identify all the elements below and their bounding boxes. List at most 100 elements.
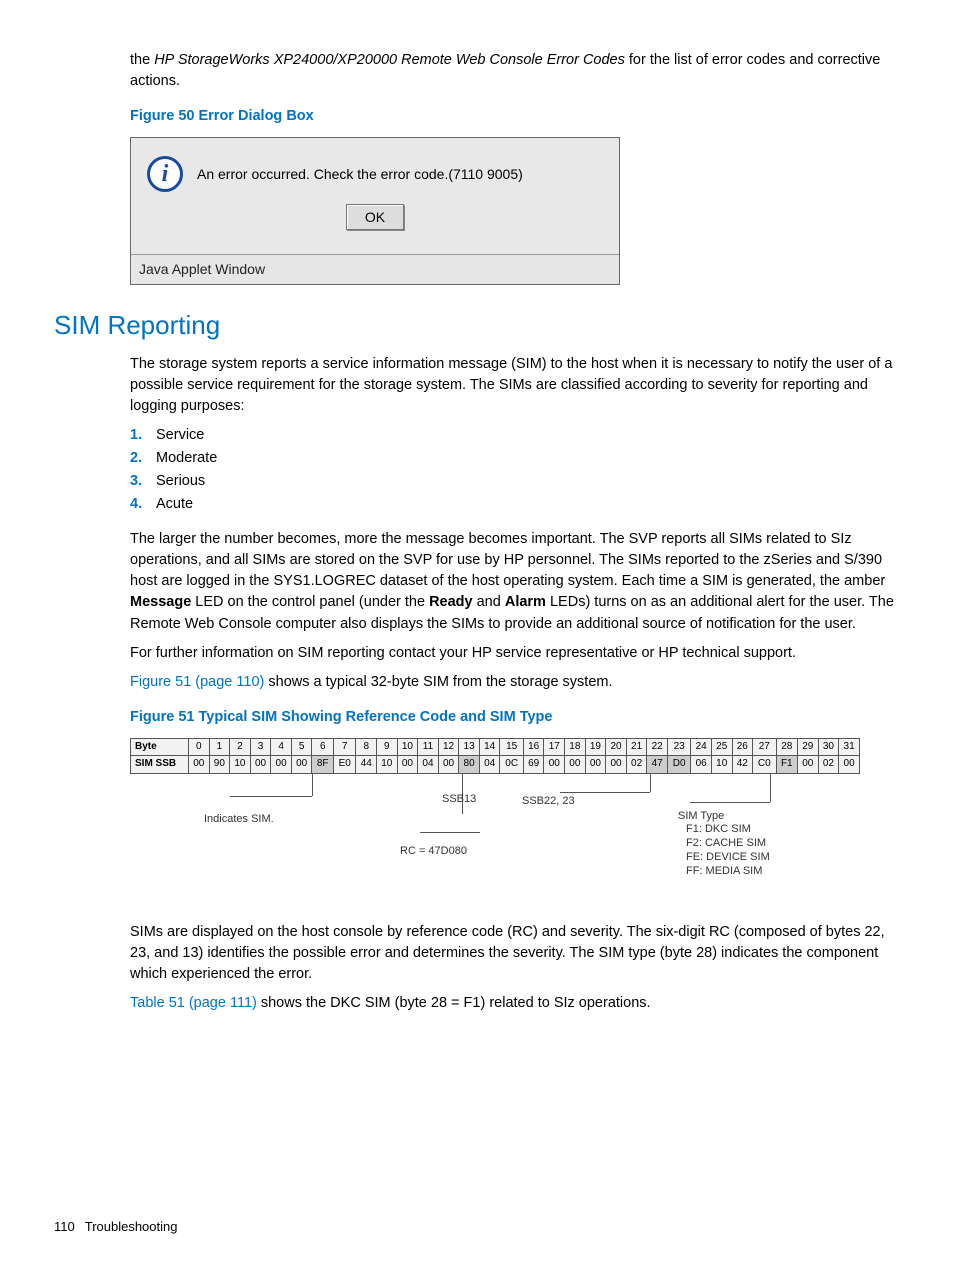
figure-51-link[interactable]: Figure 51 (page 110) xyxy=(130,674,264,690)
anno-line xyxy=(420,832,480,833)
anno-simtype-lines: F1: DKC SIM F2: CACHE SIM FE: DEVICE SIM… xyxy=(686,823,770,878)
byte-header-cell: 2 xyxy=(230,738,251,756)
intro-paragraph: the HP StorageWorks XP24000/XP20000 Remo… xyxy=(130,50,900,92)
list-item: 3.Serious xyxy=(130,471,900,492)
list-number: 1. xyxy=(130,425,156,446)
anno-ssb2223: SSB22, 23 xyxy=(522,794,575,810)
ok-button[interactable]: OK xyxy=(346,204,404,230)
anno-line xyxy=(770,774,771,802)
sim-paragraph-2: The larger the number becomes, more the … xyxy=(130,529,900,634)
byte-value-cell: 00 xyxy=(585,756,606,774)
byte-value-cell: C0 xyxy=(753,756,776,774)
after-paragraph-2: Table 51 (page 111) shows the DKC SIM (b… xyxy=(130,993,900,1014)
bold-ready: Ready xyxy=(429,594,473,610)
list-text: Acute xyxy=(156,496,193,512)
list-text: Serious xyxy=(156,473,205,489)
sim-byte-table: Byte 01234567891011121314151617181920212… xyxy=(130,738,860,774)
anno-simtype-block: SIM Type F1: DKC SIM F2: CACHE SIM FE: D… xyxy=(678,810,770,879)
byte-value-cell: D0 xyxy=(667,756,690,774)
after-p2-rest: shows the DKC SIM (byte 28 = F1) related… xyxy=(257,995,651,1011)
byte-header-cell: 14 xyxy=(479,738,500,756)
list-number: 2. xyxy=(130,448,156,469)
byte-value-cell: 06 xyxy=(691,756,712,774)
java-applet-window-label: Java Applet Window xyxy=(131,254,619,283)
info-icon: i xyxy=(147,156,183,192)
byte-header-cell: 10 xyxy=(397,738,418,756)
byte-header-cell: 8 xyxy=(356,738,377,756)
list-text: Service xyxy=(156,427,204,443)
list-item: 2.Moderate xyxy=(130,448,900,469)
sim-annotations: Indicates SIM. SSB13 RC = 47D080 SSB22, … xyxy=(130,774,860,904)
byte-header-cell: 4 xyxy=(271,738,292,756)
byte-value-cell: 02 xyxy=(626,756,647,774)
byte-value-cell: 00 xyxy=(798,756,819,774)
byte-header-cell: 0 xyxy=(189,738,210,756)
bold-alarm: Alarm xyxy=(505,594,546,610)
byte-header-cell: 12 xyxy=(438,738,459,756)
byte-value-cell: 47 xyxy=(647,756,668,774)
byte-value-cell: 00 xyxy=(397,756,418,774)
anno-line xyxy=(230,796,312,797)
byte-header-cell: 24 xyxy=(691,738,712,756)
byte-value-cell: 00 xyxy=(271,756,292,774)
byte-header-cell: 18 xyxy=(565,738,586,756)
list-item: 4.Acute xyxy=(130,494,900,515)
byte-header-cell: 17 xyxy=(544,738,565,756)
anno-ssb13: SSB13 xyxy=(442,792,476,808)
intro-prefix: the xyxy=(130,52,154,68)
byte-value-cell: 00 xyxy=(606,756,627,774)
byte-header-cell: 21 xyxy=(626,738,647,756)
after-paragraph-1: SIMs are displayed on the host console b… xyxy=(130,922,900,985)
p2-part-a: The larger the number becomes, more the … xyxy=(130,531,885,589)
p2-part-c: LED on the control panel (under the xyxy=(191,594,429,610)
error-dialog: i An error occurred. Check the error cod… xyxy=(130,137,620,285)
byte-header-cell: 9 xyxy=(377,738,398,756)
byte-value-cell: 00 xyxy=(438,756,459,774)
anno-line xyxy=(560,792,650,793)
anno-line xyxy=(312,774,313,796)
byte-header-cell: 15 xyxy=(500,738,523,756)
table-51-link[interactable]: Table 51 (page 111) xyxy=(130,995,257,1011)
byte-header-cell: 25 xyxy=(711,738,732,756)
byte-header-cell: 13 xyxy=(459,738,480,756)
byte-value-cell: 80 xyxy=(459,756,480,774)
anno-line xyxy=(690,802,770,803)
error-dialog-body: i An error occurred. Check the error cod… xyxy=(131,138,619,204)
intro-italic-title: HP StorageWorks XP24000/XP20000 Remote W… xyxy=(154,52,625,68)
sim-paragraph-3: For further information on SIM reporting… xyxy=(130,643,900,664)
byte-header-cell: 31 xyxy=(839,738,860,756)
error-button-row: OK xyxy=(131,204,619,254)
byte-header-cell: 11 xyxy=(418,738,439,756)
byte-value-cell: 10 xyxy=(230,756,251,774)
byte-header-cell: 16 xyxy=(523,738,544,756)
bold-message: Message xyxy=(130,594,191,610)
sim-paragraph-1: The storage system reports a service inf… xyxy=(130,354,900,417)
list-item: 1.Service xyxy=(130,425,900,446)
page-number: 110 xyxy=(54,1219,75,1234)
anno-indicates-sim: Indicates SIM. xyxy=(204,812,274,828)
byte-value-cell: 02 xyxy=(818,756,839,774)
byte-value-cell: 00 xyxy=(250,756,271,774)
anno-rc: RC = 47D080 xyxy=(400,844,467,860)
list-number: 4. xyxy=(130,494,156,515)
byte-value-cell: 00 xyxy=(839,756,860,774)
byte-value-cell: F1 xyxy=(776,756,798,774)
sim-figure: Byte 01234567891011121314151617181920212… xyxy=(130,738,860,904)
byte-value-cell: 10 xyxy=(377,756,398,774)
list-number: 3. xyxy=(130,471,156,492)
byte-header-cell: 23 xyxy=(667,738,690,756)
byte-header-cell: 1 xyxy=(209,738,230,756)
byte-header-cell: 22 xyxy=(647,738,668,756)
byte-value-cell: 10 xyxy=(711,756,732,774)
table-row: Byte 01234567891011121314151617181920212… xyxy=(131,738,860,756)
byte-header-cell: 28 xyxy=(776,738,798,756)
byte-value-cell: 90 xyxy=(209,756,230,774)
byte-value-cell: 00 xyxy=(565,756,586,774)
byte-value-cell: 44 xyxy=(356,756,377,774)
byte-row-label: Byte xyxy=(131,738,189,756)
p2-part-e: and xyxy=(473,594,505,610)
byte-header-cell: 27 xyxy=(753,738,776,756)
byte-header-cell: 6 xyxy=(312,738,334,756)
byte-value-cell: 0C xyxy=(500,756,523,774)
list-text: Moderate xyxy=(156,450,217,466)
